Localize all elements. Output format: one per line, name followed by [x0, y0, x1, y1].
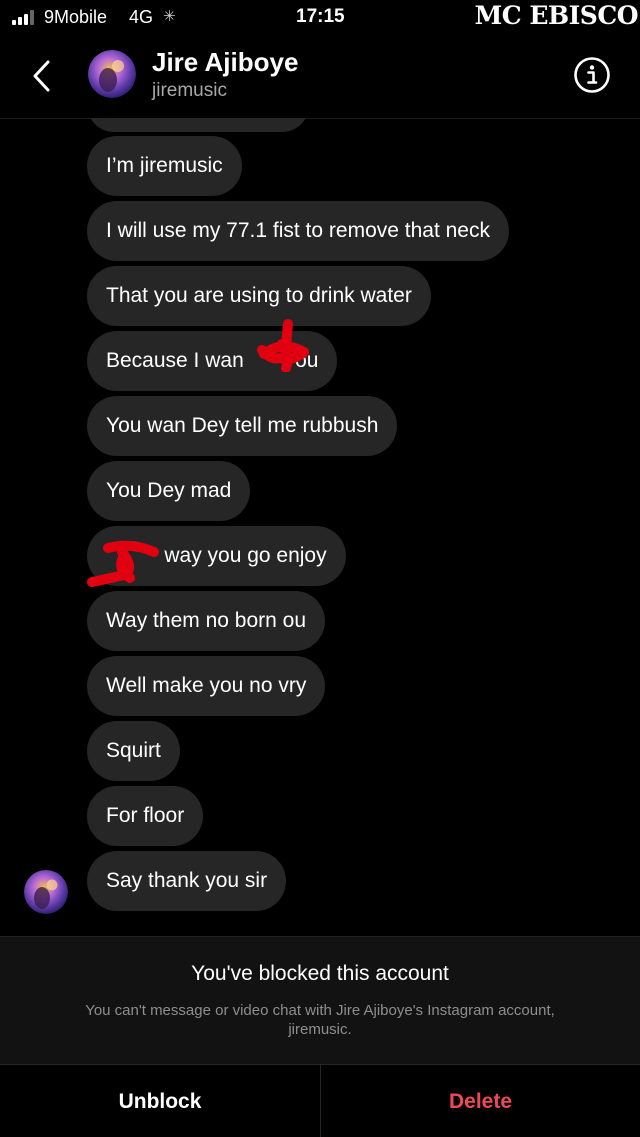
- blocked-actions: Unblock Delete: [0, 1064, 640, 1137]
- info-circle-icon: [574, 57, 610, 93]
- message-bubble[interactable]: Way them no born ou: [87, 591, 325, 651]
- contact-avatar[interactable]: [88, 50, 136, 98]
- message-bubble[interactable]: I’m jiremusic: [87, 136, 242, 196]
- blocked-notice: You've blocked this account You can't me…: [0, 936, 640, 1065]
- back-button[interactable]: [28, 56, 58, 96]
- message-bubble[interactable]: You wan Dey tell me rubbush: [87, 396, 398, 456]
- app-screen: 9Mobile 4G ✳ 17:15 MC EBISCO Jire Ajiboy…: [0, 0, 640, 1137]
- message-bubble[interactable]: Because I wan you: [87, 331, 338, 391]
- message-list[interactable]: I’m jiremusic I will use my 77.1 fist to…: [0, 118, 640, 936]
- message-bubble[interactable]: Well make you no vry: [87, 656, 326, 716]
- spinner-icon: ✳: [163, 8, 176, 25]
- network-type: 4G: [129, 7, 154, 27]
- info-button[interactable]: [573, 56, 611, 94]
- chat-header: Jire Ajiboye jiremusic: [0, 34, 640, 119]
- watermark: MC EBISCO: [474, 1, 639, 30]
- message-bubble[interactable]: You Dey mad: [87, 461, 251, 521]
- blocked-description: You can't message or video chat with Jir…: [85, 1002, 555, 1038]
- contact-name[interactable]: Jire Ajiboye: [152, 47, 298, 78]
- blocked-title: You've blocked this account: [191, 962, 449, 985]
- contact-username: jiremusic: [152, 80, 227, 101]
- status-time: 17:15: [296, 6, 345, 27]
- status-bar: 9Mobile 4G ✳ 17:15 MC EBISCO: [0, 0, 640, 34]
- signal-strength-icon: [12, 9, 34, 25]
- unblock-button[interactable]: Unblock: [0, 1065, 320, 1137]
- message-bubble[interactable]: Squirt: [87, 721, 180, 781]
- carrier-name: 9Mobile: [44, 7, 108, 27]
- message-bubble[interactable]: That you are using to drink water: [87, 266, 431, 326]
- message-bubble[interactable]: Say thank you sir: [87, 851, 287, 911]
- message-bubble[interactable]: I will use my 77.1 fist to remove that n…: [87, 201, 509, 261]
- message-bubble[interactable]: For floor: [87, 786, 204, 846]
- message-bubble[interactable]: way you go enjoy: [87, 526, 346, 586]
- delete-button[interactable]: Delete: [321, 1065, 640, 1137]
- message-bubble-partial: [87, 118, 309, 132]
- sender-avatar[interactable]: [24, 870, 68, 914]
- chevron-left-icon: [33, 60, 50, 92]
